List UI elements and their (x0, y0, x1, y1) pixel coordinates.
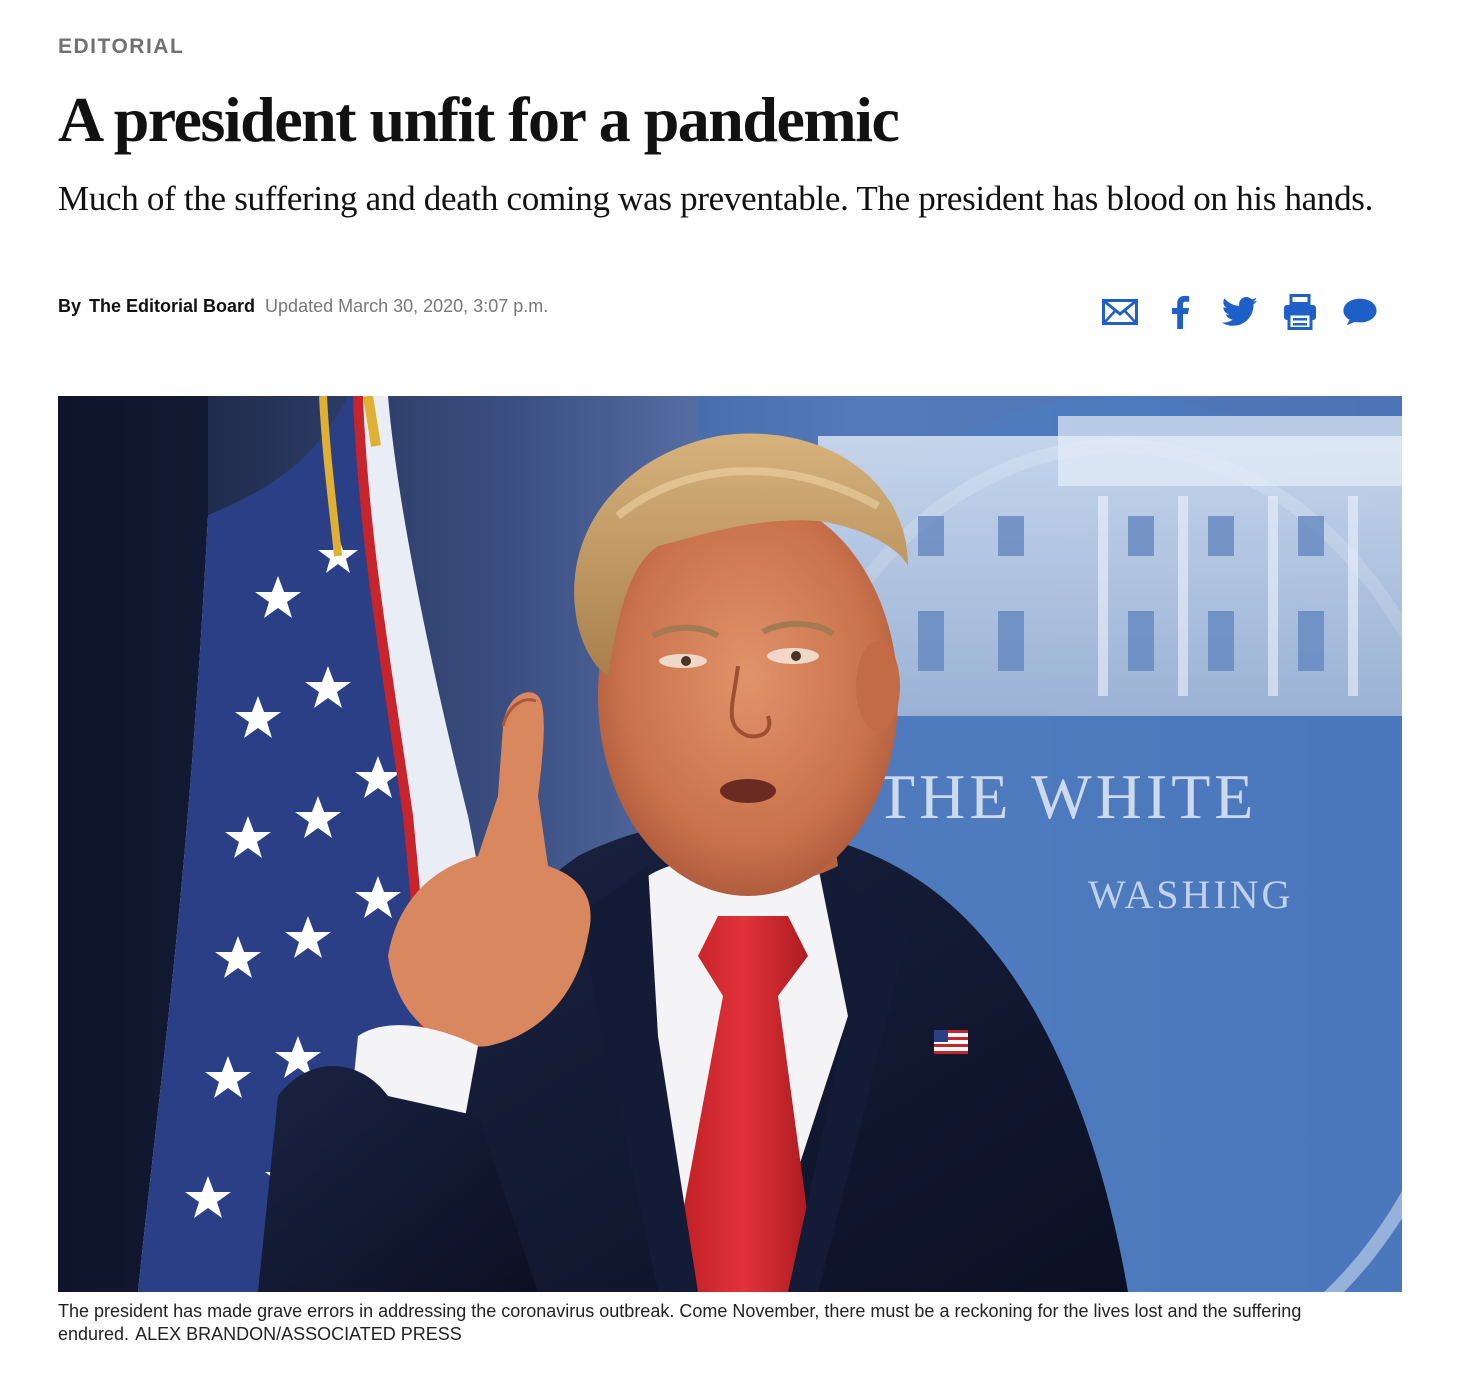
lead-photo-illustration: THE WHITE WASHING (58, 396, 1402, 1292)
subheadline: Much of the suffering and death coming w… (58, 179, 1374, 218)
share-toolbar (1102, 294, 1378, 330)
facebook-icon (1172, 295, 1190, 329)
byline-author[interactable]: The Editorial Board (89, 296, 255, 316)
updated-timestamp: Updated March 30, 2020, 3:07 p.m. (265, 296, 549, 316)
photo-credit: ALEX BRANDON/ASSOCIATED PRESS (135, 1324, 462, 1344)
lead-photo: THE WHITE WASHING (58, 396, 1402, 1292)
share-print-button[interactable] (1282, 294, 1318, 330)
share-comments-button[interactable] (1342, 294, 1378, 330)
backdrop-text-line1: THE WHITE (876, 761, 1257, 832)
envelope-icon (1102, 299, 1138, 325)
byline-row: By The Editorial Board Updated March 30, 2… (58, 294, 1402, 330)
twitter-icon (1222, 297, 1258, 326)
photo-caption: The president has made grave errors in a… (58, 1300, 1378, 1346)
section-label[interactable]: Editorial (58, 34, 184, 60)
printer-icon (1284, 294, 1316, 330)
flag-lapel-pin (934, 1030, 968, 1054)
share-email-button[interactable] (1102, 294, 1138, 330)
byline: By The Editorial Board Updated March 30, 2… (58, 294, 548, 318)
headline: A president unfit for a pandemic (58, 84, 900, 155)
share-twitter-button[interactable] (1222, 294, 1258, 330)
share-facebook-button[interactable] (1162, 294, 1198, 330)
speech-bubble-icon (1343, 298, 1377, 326)
backdrop-text-line2: WASHING (1088, 872, 1293, 917)
byline-prefix: By (58, 296, 82, 316)
